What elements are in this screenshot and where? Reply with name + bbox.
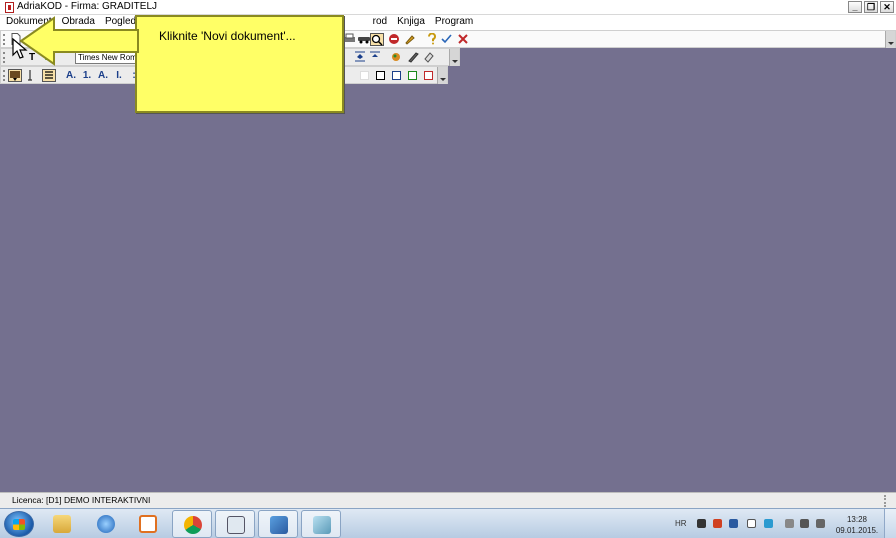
licence-status: Licenca: [D1] DEMO INTERAKTIVNI: [12, 495, 151, 505]
brush-icon[interactable]: [403, 33, 417, 46]
title-bar: AdriaKOD - Firma: GRADITELJ _ ❐ ✕: [0, 0, 896, 15]
tray-skype-icon[interactable]: [764, 519, 773, 528]
paint-icon[interactable]: [389, 51, 403, 64]
tray-volume-icon[interactable]: [785, 519, 794, 528]
frame-icon[interactable]: [8, 69, 22, 82]
clock-time: 13:28: [846, 515, 868, 524]
mouse-cursor-icon: [12, 38, 28, 59]
tray-display-icon[interactable]: [800, 519, 809, 528]
tray-office-icon[interactable]: [713, 519, 722, 528]
taskbar-ie[interactable]: [86, 510, 126, 538]
stop-icon[interactable]: [387, 33, 401, 46]
menu-proizvod[interactable]: rod: [368, 15, 392, 30]
sync-icon: [270, 516, 288, 534]
callout-arrow-icon: [20, 16, 139, 66]
border-none-icon[interactable]: [360, 71, 369, 80]
toolbar-grip[interactable]: [3, 70, 6, 81]
system-clock[interactable]: 13:28 09.01.2015.: [834, 514, 880, 536]
tray-app-icon[interactable]: [697, 519, 706, 528]
font-size-a2-icon[interactable]: A.: [96, 69, 110, 82]
menu-knjiga[interactable]: Knjiga: [392, 15, 430, 30]
restore-button[interactable]: ❐: [864, 1, 878, 13]
pencil-icon[interactable]: [406, 51, 420, 64]
language-indicator[interactable]: HR: [675, 519, 687, 528]
check-icon[interactable]: [440, 33, 454, 46]
font-size-a1-icon[interactable]: A.: [64, 69, 78, 82]
border-blue-icon[interactable]: [392, 71, 401, 80]
car-icon[interactable]: [357, 33, 371, 46]
border-green-icon[interactable]: [408, 71, 417, 80]
taskbar-explorer[interactable]: [42, 510, 82, 538]
explorer-icon: [53, 515, 71, 533]
taskbar-notepad[interactable]: [301, 510, 341, 538]
media-player-icon: [139, 515, 157, 533]
tray-network-icon[interactable]: [729, 519, 738, 528]
toolbar-overflow-button[interactable]: [449, 49, 459, 66]
taskbar-sync[interactable]: [258, 510, 298, 538]
callout-text: Kliknite 'Novi dokument'...: [159, 29, 296, 43]
text-cursor-icon[interactable]: [25, 69, 39, 82]
printer-icon[interactable]: [342, 33, 356, 46]
font-size-i-icon[interactable]: I.: [112, 69, 126, 82]
close-button[interactable]: ✕: [880, 1, 894, 13]
toolbar-overflow-button[interactable]: [437, 67, 447, 84]
tray-flag-icon[interactable]: [816, 519, 825, 528]
window-title: AdriaKOD - Firma: GRADITELJ: [17, 1, 158, 12]
start-button[interactable]: [4, 511, 34, 537]
exit-icon[interactable]: [456, 33, 470, 46]
menu-program[interactable]: Program: [430, 15, 478, 30]
taskbar-media-player[interactable]: [128, 510, 168, 538]
eraser-icon[interactable]: [422, 51, 436, 64]
windows-taskbar: HR 13:28 09.01.2015.: [0, 508, 896, 538]
mdi-workspace: [0, 84, 896, 492]
toolbar-grip[interactable]: [3, 52, 6, 63]
toolbar-grip[interactable]: [3, 34, 6, 45]
status-bar: Licenca: [D1] DEMO INTERAKTIVNI: [0, 492, 896, 508]
app-icon: [5, 2, 14, 13]
minimize-button[interactable]: _: [848, 1, 862, 13]
ie-icon: [97, 515, 115, 533]
help-icon[interactable]: [425, 32, 439, 46]
taskbar-adriakod[interactable]: [215, 510, 255, 538]
chrome-icon: [184, 516, 202, 534]
align-bottom-icon[interactable]: [353, 51, 367, 64]
window-controls: _ ❐ ✕: [848, 1, 894, 13]
toolbar-overflow-button[interactable]: [885, 31, 895, 48]
clock-date: 09.01.2015.: [835, 526, 879, 535]
tray-hand-icon[interactable]: [747, 519, 756, 528]
align-top-icon[interactable]: [368, 51, 382, 64]
taskbar-chrome[interactable]: [172, 510, 212, 538]
adriakod-icon: [227, 516, 245, 534]
border-black-icon[interactable]: [376, 71, 385, 80]
preview-icon[interactable]: [370, 33, 384, 46]
status-grip: [884, 495, 894, 507]
paragraph-icon[interactable]: [42, 69, 56, 82]
notepad-icon: [313, 516, 331, 534]
border-red-icon[interactable]: [424, 71, 433, 80]
font-size-1-icon[interactable]: 1.: [80, 69, 94, 82]
show-desktop-button[interactable]: [884, 509, 896, 538]
